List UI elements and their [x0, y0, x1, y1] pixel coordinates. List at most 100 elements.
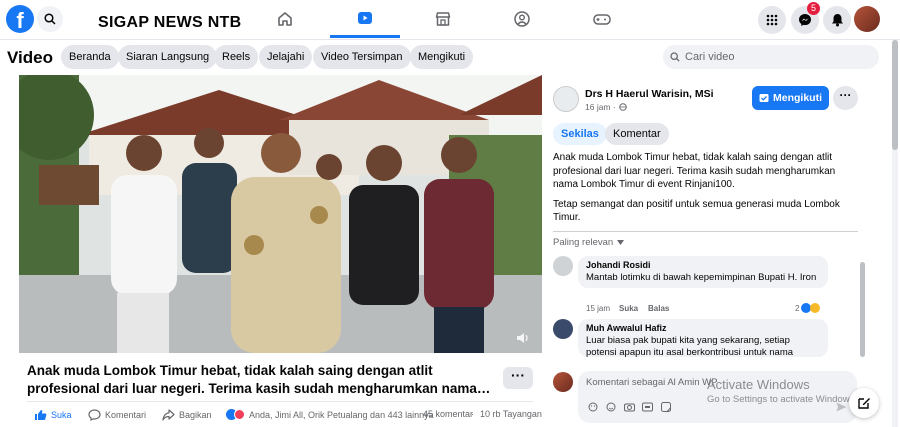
video-player[interactable]	[19, 75, 542, 353]
groups-icon	[514, 11, 530, 27]
comment-sort-dropdown[interactable]: Paling relevan	[553, 237, 625, 248]
nav-gaming[interactable]	[567, 0, 637, 38]
following-check-icon	[759, 94, 769, 102]
post-title-line-1: Anak muda Lombok Timur hebat, tidak kala…	[27, 363, 433, 378]
search-button[interactable]	[37, 6, 63, 32]
comments-count[interactable]: · 45 komentar	[414, 409, 473, 419]
post-title-line-2: profesional dari luar negeri. Terima kas…	[27, 381, 491, 396]
commenter-name[interactable]: Muh Awwalul Hafiz	[586, 323, 820, 333]
activate-windows-title: Activate Windows	[707, 377, 810, 392]
views-count-label: 10 rb Tayangan	[480, 409, 542, 419]
video-icon	[358, 11, 372, 24]
follow-label: Mengikuti	[773, 92, 822, 104]
activate-windows-hint: Go to Settings to activate Windows.	[707, 394, 857, 405]
comment-button[interactable]: Komentari	[88, 409, 146, 421]
notifications-button[interactable]	[823, 6, 851, 34]
post-more-button[interactable]: ···	[503, 367, 533, 389]
share-label: Bagikan	[179, 410, 212, 420]
messenger-icon	[799, 14, 811, 26]
section-title: Video	[7, 48, 53, 67]
menu-button[interactable]	[758, 6, 786, 34]
gif-icon[interactable]	[642, 402, 653, 412]
comment-time[interactable]: 15 jam	[586, 304, 610, 313]
grid-menu-icon	[766, 14, 778, 26]
comment-like-link[interactable]: Suka	[619, 304, 638, 313]
top-navigation-bar: f SIGAP NEWS NTB 5	[0, 0, 900, 40]
author-avatar[interactable]	[553, 86, 579, 112]
author-name[interactable]: Drs H Haerul Warisin, MSi	[585, 88, 714, 100]
tab-sekilas[interactable]: Sekilas	[553, 123, 607, 145]
sort-label: Paling relevan	[553, 237, 614, 248]
pill-reels[interactable]: Reels	[214, 45, 259, 69]
haha-reaction-icon	[810, 303, 821, 313]
pill-video-tersimpan[interactable]: Video Tersimpan	[313, 45, 411, 69]
search-icon	[670, 52, 680, 62]
emoji-icon[interactable]	[606, 402, 616, 412]
comment-text: Mantab lotimku di bawah kepemimpinan Bup…	[586, 272, 817, 283]
comment-bubble: Johandi Rosidi Mantab lotimku di bawah k…	[578, 256, 828, 288]
comment-item: Johandi Rosidi Mantab lotimku di bawah k…	[553, 256, 833, 316]
love-reaction-icon	[234, 409, 245, 420]
commenter-avatar[interactable]	[553, 319, 573, 339]
follow-button[interactable]: Mengikuti	[752, 86, 829, 110]
post-title: Anak muda Lombok Timur hebat, tidak kala…	[27, 362, 492, 398]
post-description: Anak muda Lombok Timur hebat, tidak kala…	[553, 151, 853, 225]
nav-home[interactable]	[250, 0, 320, 38]
comment-reactions[interactable]: 2	[795, 303, 821, 313]
search-input[interactable]: Cari video	[663, 45, 879, 69]
video-subnav: Video Beranda Siaran Langsung Reels Jela…	[0, 41, 900, 73]
volume-icon[interactable]	[516, 332, 530, 344]
sticker-icon[interactable]	[588, 402, 598, 412]
reactions-text: Anda, Jimi All, Orik Petualang dan 443 l…	[249, 409, 434, 420]
share-icon	[162, 409, 175, 421]
pill-mengikuti[interactable]: Mengikuti	[410, 45, 474, 69]
globe-icon	[618, 103, 627, 111]
search-icon	[44, 13, 56, 25]
comment-icon	[88, 409, 101, 421]
comment-label: Komentari	[105, 410, 147, 420]
page-scrollbar[interactable]	[892, 40, 898, 427]
pill-beranda[interactable]: Beranda	[61, 45, 119, 69]
author-more-button[interactable]: ···	[833, 86, 858, 110]
tab-komentar[interactable]: Komentar	[605, 123, 669, 145]
marketplace-icon	[435, 12, 451, 26]
post-timestamp[interactable]: 16 jam ·	[585, 102, 627, 112]
thumbs-up-icon	[35, 410, 47, 420]
comment-bubble: Muh Awwalul Hafiz Luar biasa pak bupati …	[578, 319, 828, 357]
post-divider	[27, 401, 533, 402]
page-brand-title: SIGAP NEWS NTB	[98, 14, 242, 31]
comment-reply-link[interactable]: Balas	[648, 304, 669, 313]
comments-count-label: 45 komentar	[423, 409, 474, 419]
nav-groups[interactable]	[487, 0, 557, 38]
gaming-icon	[593, 14, 611, 25]
camera-icon[interactable]	[624, 402, 635, 412]
bell-icon	[831, 14, 843, 27]
compose-icon	[858, 398, 870, 409]
post-time: 16 jam ·	[585, 102, 616, 112]
commenter-avatar[interactable]	[553, 256, 573, 276]
description-divider	[553, 231, 858, 232]
reactions-summary[interactable]: Anda, Jimi All, Orik Petualang dan 443 l…	[226, 409, 434, 420]
description-paragraph-1: Anak muda Lombok Timur hebat, tidak kala…	[553, 152, 836, 190]
comments-scrollbar[interactable]	[860, 262, 865, 357]
notification-count-badge: 5	[807, 2, 820, 15]
comment-text: Luar biasa pak bupati kita yang sekarang…	[586, 335, 794, 357]
new-message-button[interactable]	[849, 388, 879, 418]
like-button[interactable]: Suka	[34, 409, 72, 421]
post-actions-bar: Suka Komentari Bagikan Anda, Jimi All, O…	[0, 403, 545, 427]
home-icon	[278, 12, 292, 26]
page-scrollbar-thumb[interactable]	[892, 40, 898, 150]
pill-jelajahi[interactable]: Jelajahi	[259, 45, 313, 69]
sticker-square-icon[interactable]	[661, 402, 671, 412]
commenter-name[interactable]: Johandi Rosidi	[586, 260, 820, 270]
nav-video[interactable]	[330, 0, 400, 38]
account-avatar[interactable]	[854, 6, 880, 32]
nav-marketplace[interactable]	[408, 0, 478, 38]
description-paragraph-2: Tetap semangat dan positif untuk semua g…	[553, 198, 840, 224]
share-button[interactable]: Bagikan	[162, 409, 212, 421]
pill-siaran-langsung[interactable]: Siaran Langsung	[118, 45, 218, 69]
comment-reaction-count: 2	[795, 303, 800, 313]
facebook-logo[interactable]: f	[6, 5, 34, 33]
comment-item: Muh Awwalul Hafiz Luar biasa pak bupati …	[553, 319, 833, 359]
comment-input[interactable]: Komentari sebagai Al Amin WP	[586, 377, 717, 388]
